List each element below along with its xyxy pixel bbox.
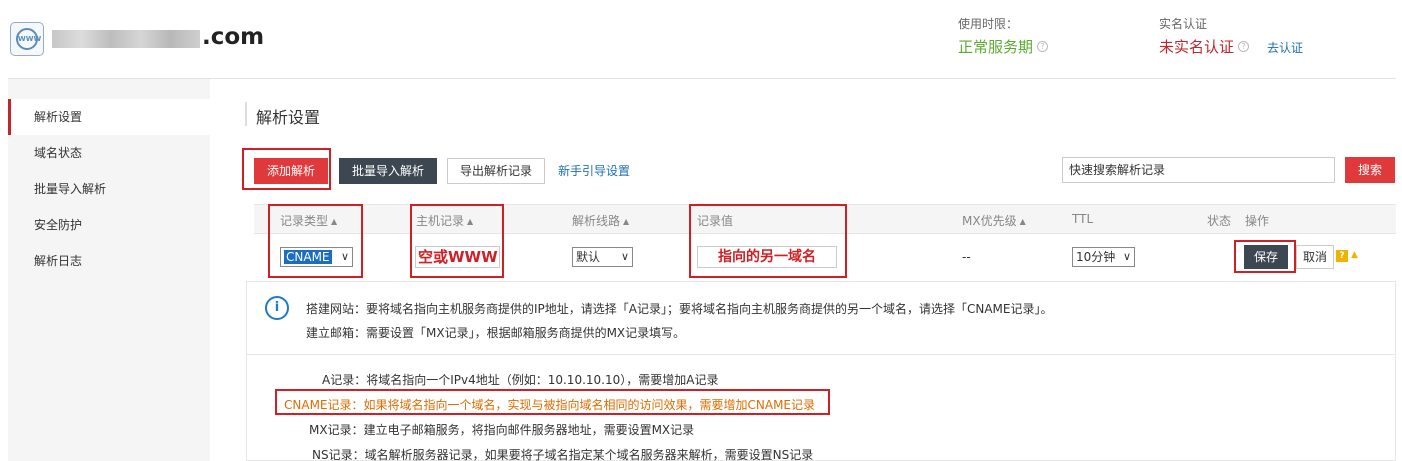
help-icon[interactable]: ? [1336,250,1348,262]
record-value-input[interactable]: 指向的另一域名 [697,246,837,268]
column-header-ttl: TTL [1072,212,1094,226]
a-record-desc: A记录：将域名指向一个IPv4地址（例如：10.10.10.10），需要增加A记… [322,373,719,387]
mx-record-desc: MX记录：建立电子邮箱服务，将指向邮件服务器地址，需要设置MX记录 [309,423,695,437]
search-input[interactable]: 快速搜索解析记录 [1062,157,1335,183]
realname-status: 未实名认证? [1159,36,1250,57]
save-button[interactable]: 保存 [1244,245,1288,269]
ttl-select[interactable]: 10分钟 ∨ [1072,247,1135,267]
sidebar-item-domain-status[interactable]: 域名状态 [8,135,210,171]
line-select[interactable]: 默认 ∨ [572,247,633,267]
info-divider [247,354,1395,355]
sidebar-item-dns-settings[interactable]: 解析设置 [8,99,210,135]
cancel-button[interactable]: 取消 [1296,245,1334,269]
record-type-select[interactable]: CNAME ∨ [280,247,353,267]
header-divider [8,78,1396,79]
globe-icon: WWW [16,28,41,50]
ns-record-desc: NS记录：域名解析服务器记录，如果要将子域名指定某个域名服务器来解析，需要设置N… [312,448,814,461]
sidebar-item-batch-import[interactable]: 批量导入解析 [8,171,210,207]
cname-record-desc: CNAME记录：如果将域名指向一个域名，实现与被指向域名相同的访问效果，需要增加… [284,398,816,412]
batch-import-button[interactable]: 批量导入解析 [339,158,437,184]
question-icon[interactable]: ? [1037,41,1049,52]
service-period-label: 使用时限： [958,17,1019,31]
sidebar-item-security[interactable]: 安全防护 [8,207,210,243]
title-bar [245,102,247,126]
column-header-status: 状态 [1207,214,1232,228]
info-icon: i [265,296,289,320]
column-header-actions: 操作 [1245,214,1270,228]
sidebar: 解析设置 域名状态 批量导入解析 安全防护 解析日志 [8,79,210,461]
page-title: 解析设置 [256,108,321,127]
chevron-down-icon: ∨ [620,250,629,263]
sidebar-item-dns-log[interactable]: 解析日志 [8,243,210,279]
export-records-button[interactable]: 导出解析记录 [447,158,545,184]
chevron-down-icon: ∨ [1122,250,1131,263]
mx-priority-value: -- [962,250,971,264]
question-icon[interactable]: ? [1238,41,1250,52]
service-period-status: 正常服务期? [958,36,1049,57]
chevron-down-icon: ∨ [340,250,349,263]
realname-label: 实名认证 [1159,17,1208,31]
info-email-text: 建立邮箱：需要设置「MX记录」，根据邮箱服务商提供的MX记录填写。 [306,326,686,340]
search-button[interactable]: 搜索 [1345,157,1395,183]
verify-link[interactable]: 去认证 [1267,39,1303,56]
domain-suffix: .com [202,24,265,50]
add-record-button[interactable]: 添加解析 [254,158,328,184]
site-logo: WWW [10,22,44,56]
column-header-line[interactable]: 解析线路 ▲ [572,212,629,229]
host-record-input[interactable]: 空或WWW [415,246,500,268]
domain-name-blurred [52,30,200,48]
guide-settings-link[interactable]: 新手引导设置 [558,162,630,179]
column-header-mx[interactable]: MX优先级 ▲ [962,212,1026,229]
collapse-arrow-icon[interactable]: ▲ [1351,250,1358,260]
info-website-text: 搭建网站：要将域名指向主机服务商提供的IP地址，请选择「A记录」；要将域名指向主… [306,302,1053,316]
